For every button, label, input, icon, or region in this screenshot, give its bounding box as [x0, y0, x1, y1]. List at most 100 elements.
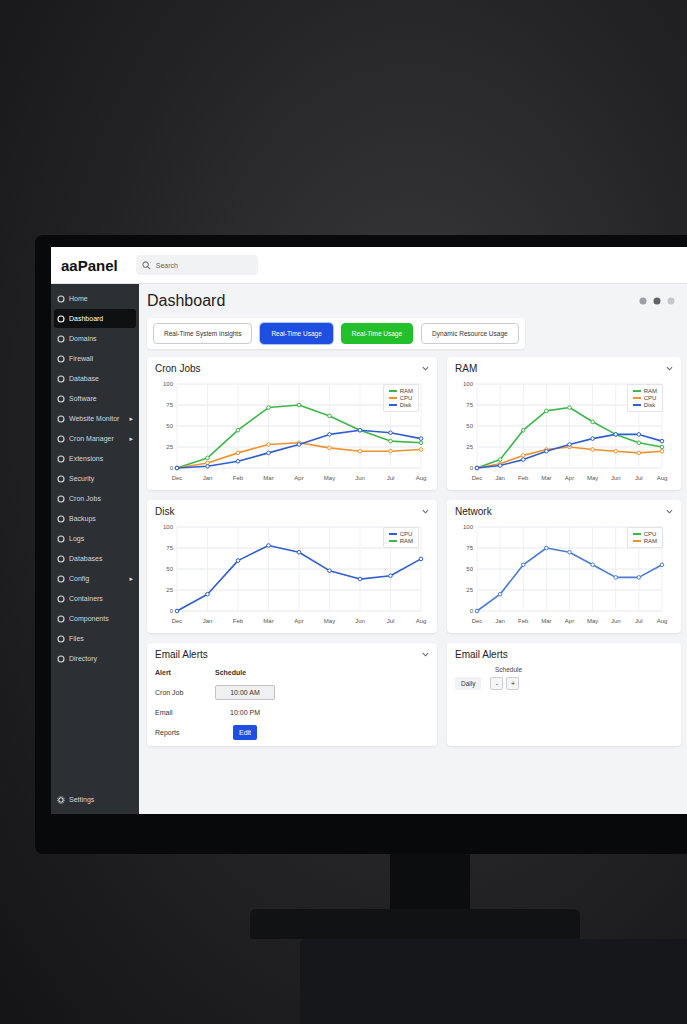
data-point[interactable]	[475, 466, 479, 470]
data-point[interactable]	[568, 550, 572, 554]
data-point[interactable]	[498, 458, 502, 462]
data-point[interactable]	[389, 574, 393, 578]
data-point[interactable]	[358, 577, 362, 581]
tab[interactable]: Real-Time Usage	[341, 323, 413, 344]
data-point[interactable]	[591, 437, 595, 441]
data-point[interactable]	[568, 443, 572, 447]
sidebar-item[interactable]: Database	[54, 369, 136, 388]
data-point[interactable]	[297, 403, 301, 407]
data-point[interactable]	[475, 466, 479, 470]
data-point[interactable]	[328, 414, 332, 418]
data-point[interactable]	[498, 592, 502, 596]
notification-icon[interactable]	[639, 297, 647, 305]
data-point[interactable]	[521, 454, 525, 458]
chevron-down-icon[interactable]	[422, 508, 429, 515]
data-point[interactable]	[660, 439, 664, 443]
data-point[interactable]	[358, 428, 362, 432]
data-point[interactable]	[614, 433, 618, 437]
stepper-button[interactable]: -	[490, 677, 503, 690]
sidebar-item[interactable]: Domains	[54, 329, 136, 348]
sidebar-item[interactable]: Dashboard	[54, 309, 136, 328]
settings-item[interactable]: Settings	[54, 790, 136, 809]
sidebar-item[interactable]: Extensions	[54, 449, 136, 468]
data-point[interactable]	[614, 433, 618, 437]
sidebar-item[interactable]: Cron Manager▸	[54, 429, 136, 448]
data-point[interactable]	[568, 406, 572, 410]
data-point[interactable]	[389, 439, 393, 443]
data-point[interactable]	[206, 456, 210, 460]
data-point[interactable]	[419, 441, 423, 445]
data-point[interactable]	[521, 458, 525, 462]
tab[interactable]: Real-Time System Insights	[153, 323, 252, 344]
data-point[interactable]	[206, 592, 210, 596]
sidebar-item[interactable]: Website Monitor▸	[54, 409, 136, 428]
data-point[interactable]	[175, 466, 179, 470]
schedule-field[interactable]: Daily	[455, 677, 481, 690]
data-point[interactable]	[591, 563, 595, 567]
data-point[interactable]	[614, 576, 618, 580]
data-point[interactable]	[545, 546, 549, 550]
data-point[interactable]	[267, 451, 271, 455]
tab[interactable]: Real-Time Usage	[260, 323, 332, 344]
sidebar-item[interactable]: Home	[54, 289, 136, 308]
theme-icon[interactable]	[653, 297, 661, 305]
data-point[interactable]	[419, 437, 423, 441]
data-point[interactable]	[236, 428, 240, 432]
data-point[interactable]	[521, 428, 525, 432]
edit-button[interactable]: Edit	[233, 725, 257, 740]
data-point[interactable]	[637, 433, 641, 437]
chevron-down-icon[interactable]	[666, 365, 673, 372]
data-point[interactable]	[419, 448, 423, 452]
data-point[interactable]	[175, 609, 179, 613]
data-point[interactable]	[660, 445, 664, 449]
data-point[interactable]	[267, 406, 271, 410]
data-point[interactable]	[545, 409, 549, 413]
data-point[interactable]	[328, 569, 332, 573]
data-point[interactable]	[614, 449, 618, 453]
sidebar-item[interactable]: Cron Jobs	[54, 489, 136, 508]
sidebar-item[interactable]: Files	[54, 629, 136, 648]
sidebar-item[interactable]: Databases	[54, 549, 136, 568]
data-point[interactable]	[637, 441, 641, 445]
sidebar-item[interactable]: Config▸	[54, 569, 136, 588]
sidebar-item[interactable]: Firewall	[54, 349, 136, 368]
data-point[interactable]	[328, 446, 332, 450]
data-point[interactable]	[498, 464, 502, 468]
data-point[interactable]	[521, 563, 525, 567]
sidebar-item[interactable]: Security	[54, 469, 136, 488]
data-point[interactable]	[389, 431, 393, 435]
data-point[interactable]	[175, 466, 179, 470]
data-point[interactable]	[637, 451, 641, 455]
data-point[interactable]	[660, 449, 664, 453]
data-point[interactable]	[206, 465, 210, 469]
data-point[interactable]	[175, 466, 179, 470]
data-point[interactable]	[236, 559, 240, 563]
chevron-down-icon[interactable]	[422, 365, 429, 372]
data-point[interactable]	[236, 451, 240, 455]
logo[interactable]: aaPanel	[61, 257, 118, 274]
sidebar-item[interactable]: Logs	[54, 529, 136, 548]
data-point[interactable]	[419, 557, 423, 561]
data-point[interactable]	[389, 449, 393, 453]
data-point[interactable]	[475, 609, 479, 613]
search-field[interactable]: Search	[136, 255, 258, 275]
chevron-down-icon[interactable]	[422, 651, 429, 658]
data-point[interactable]	[297, 443, 301, 447]
sidebar-item[interactable]: Backups	[54, 509, 136, 528]
sidebar-item[interactable]: Containers	[54, 589, 136, 608]
data-point[interactable]	[328, 433, 332, 437]
time-field[interactable]: 10:00 AM	[215, 685, 275, 700]
sidebar-item[interactable]: Components	[54, 609, 136, 628]
sidebar-item[interactable]: Directory	[54, 649, 136, 668]
data-point[interactable]	[475, 466, 479, 470]
chevron-down-icon[interactable]	[666, 508, 673, 515]
data-point[interactable]	[591, 420, 595, 424]
data-point[interactable]	[637, 576, 641, 580]
data-point[interactable]	[267, 544, 271, 548]
data-point[interactable]	[545, 449, 549, 453]
data-point[interactable]	[236, 459, 240, 463]
data-point[interactable]	[267, 443, 271, 447]
stepper-button[interactable]: +	[506, 677, 519, 690]
sidebar-item[interactable]: Software	[54, 389, 136, 408]
data-point[interactable]	[297, 550, 301, 554]
